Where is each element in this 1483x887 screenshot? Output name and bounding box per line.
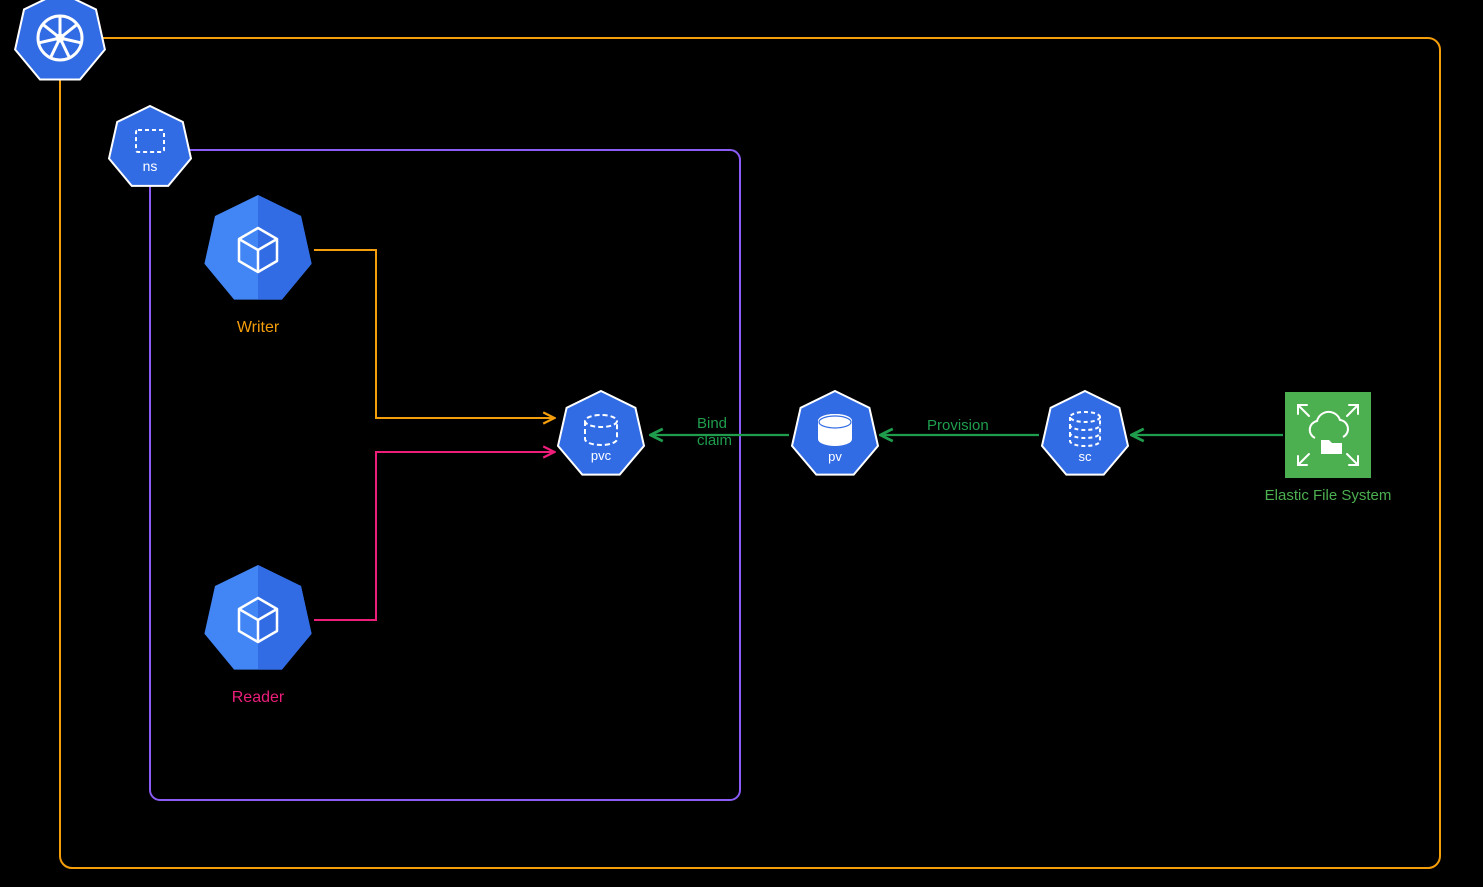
- pv-label: pv: [828, 449, 842, 464]
- pvc-icon: pvc: [558, 391, 644, 475]
- diagram-canvas: ns Writer Reader pvc: [0, 0, 1483, 887]
- edge-bind-label-1: Bind: [697, 415, 727, 432]
- edge-reader-pvc: [314, 452, 553, 620]
- writer-label: Writer: [237, 319, 280, 336]
- sc-icon: sc: [1042, 391, 1128, 475]
- reader-pod-icon: [204, 565, 311, 670]
- sc-label: sc: [1079, 449, 1093, 464]
- cluster-frame: [60, 38, 1440, 868]
- edge-bind-label-2: claim: [697, 432, 732, 449]
- kubernetes-cluster-icon: [15, 0, 105, 80]
- namespace-icon: ns: [109, 106, 191, 186]
- ns-label: ns: [143, 158, 158, 174]
- edge-provision-label: Provision: [927, 417, 989, 434]
- efs-label: Elastic File System: [1265, 487, 1392, 504]
- pv-icon: pv: [792, 391, 878, 475]
- writer-pod-icon: [204, 195, 311, 300]
- efs-icon: [1285, 392, 1371, 478]
- reader-label: Reader: [232, 689, 285, 706]
- pvc-label: pvc: [591, 448, 612, 463]
- edge-writer-pvc: [314, 250, 553, 418]
